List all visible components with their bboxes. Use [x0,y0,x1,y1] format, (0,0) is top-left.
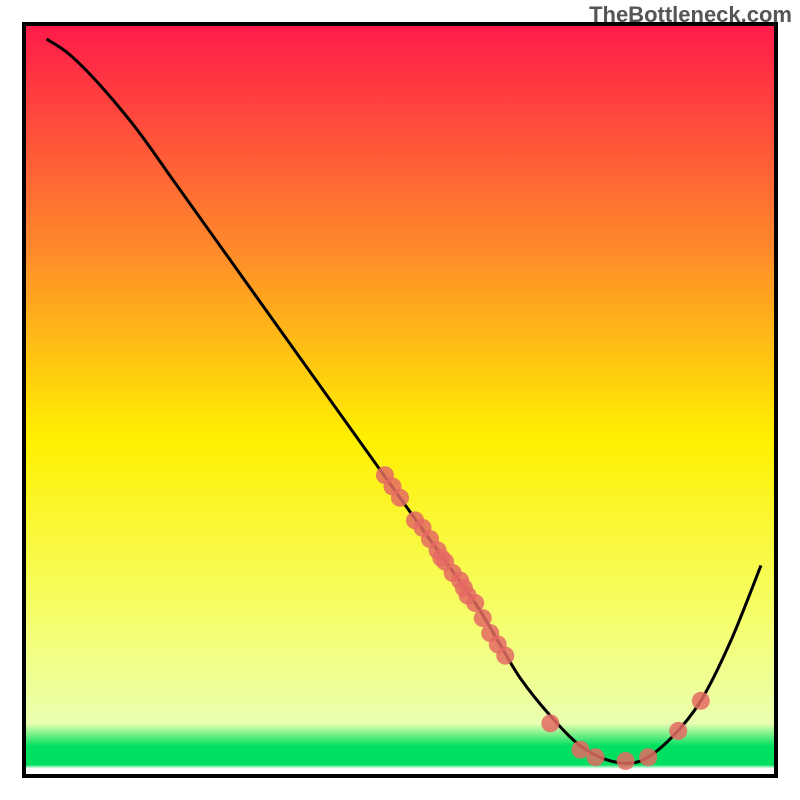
bottleneck-chart [0,0,800,800]
data-point [639,748,657,766]
data-point [669,722,687,740]
data-point [587,748,605,766]
chart-container: { "watermark": "TheBottleneck.com", "cha… [0,0,800,800]
data-point [617,752,635,770]
data-point [496,647,514,665]
data-point [391,489,409,507]
plot-background [24,24,776,776]
data-point [541,714,559,732]
data-point [692,692,710,710]
watermark-text: TheBottleneck.com [589,2,792,28]
